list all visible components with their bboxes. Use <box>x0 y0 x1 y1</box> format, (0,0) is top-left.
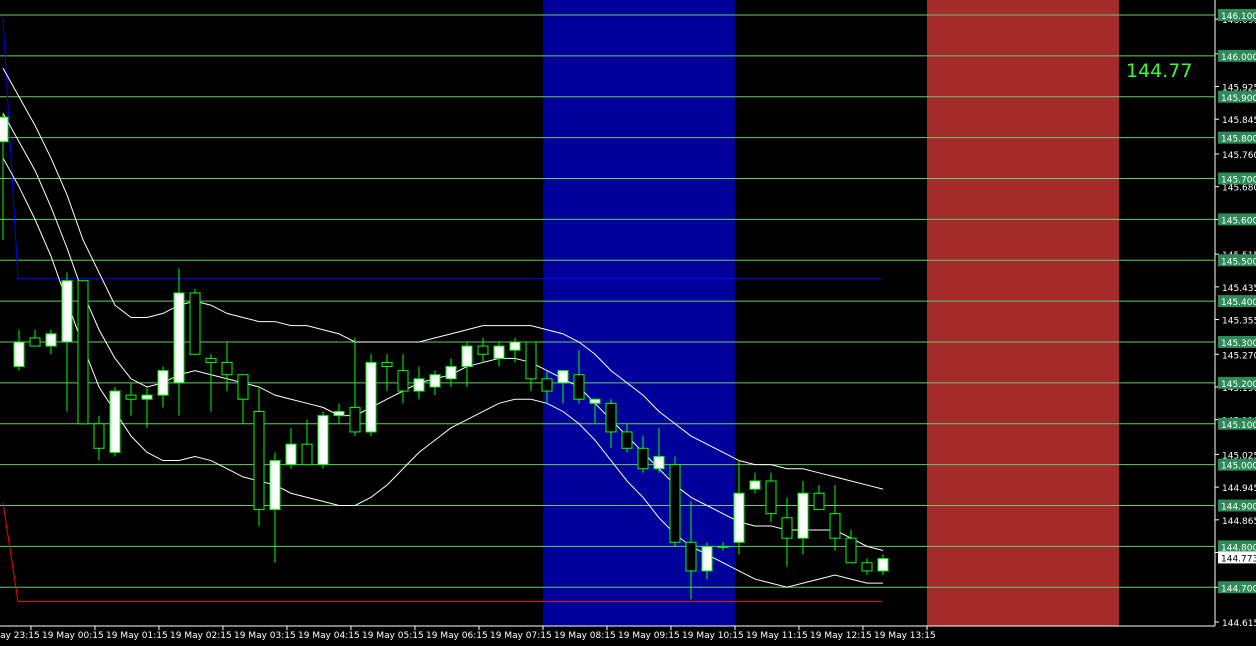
price-tick-label: 145.435 <box>1222 284 1256 294</box>
candle-body <box>0 116 9 143</box>
candle-body <box>109 390 121 453</box>
candle-body <box>445 366 457 380</box>
candle-body <box>493 345 505 359</box>
time-label: 19 May 09:15 <box>618 631 680 641</box>
time-label: 19 May 07:15 <box>490 631 552 641</box>
time-label: 19 May 10:15 <box>682 631 744 641</box>
candle-body <box>141 394 153 400</box>
candle-body <box>541 378 553 392</box>
candle-body <box>605 402 617 433</box>
candle-body <box>397 370 409 392</box>
time-label: 19 May 00:15 <box>42 631 104 641</box>
candle-body <box>45 333 57 347</box>
time-label: 19 May 01:15 <box>106 631 168 641</box>
candle-body <box>685 541 697 572</box>
time-label: 18 May 23:15 <box>0 631 40 641</box>
candle-body <box>93 423 105 449</box>
candle-body <box>589 398 601 404</box>
candle-body <box>653 455 665 470</box>
candle-body <box>509 341 521 351</box>
price-level-label: 145.500 <box>1221 257 1256 267</box>
candle-body <box>77 280 89 425</box>
candle-body <box>781 517 793 539</box>
price-tick-label: 145.270 <box>1222 351 1256 361</box>
time-label: 19 May 12:15 <box>810 631 872 641</box>
time-label: 19 May 08:15 <box>554 631 616 641</box>
candle-body <box>13 341 25 368</box>
price-tick-label: 145.355 <box>1222 317 1256 327</box>
price-tick-label: 144.865 <box>1222 517 1256 527</box>
candle-body <box>749 480 761 490</box>
candle-body <box>253 410 265 511</box>
time-label: 19 May 03:15 <box>234 631 296 641</box>
time-label: 19 May 13:15 <box>874 631 936 641</box>
price-level-label: 145.000 <box>1221 462 1256 472</box>
price-level-label: 146.100 <box>1221 12 1256 22</box>
candle-body <box>637 447 649 470</box>
candle-body <box>829 513 841 539</box>
candle-body <box>157 370 169 396</box>
candle-body <box>333 410 345 417</box>
current-price-readout: 144.77 <box>1126 60 1193 82</box>
candle-body <box>237 374 249 400</box>
candle-body <box>429 374 441 388</box>
candle-body <box>717 545 729 548</box>
candle-body <box>525 341 537 380</box>
candle-body <box>813 492 825 511</box>
time-label: 19 May 05:15 <box>362 631 424 641</box>
candle-body <box>877 558 889 572</box>
price-tick-label: 144.945 <box>1222 484 1256 494</box>
price-level-label: 145.200 <box>1221 380 1256 390</box>
candle-body <box>269 460 281 511</box>
candle-body <box>461 345 473 368</box>
price-level-label: 145.400 <box>1221 298 1256 308</box>
candle-body <box>285 443 297 466</box>
candle-body <box>301 443 313 466</box>
price-level-label: 145.900 <box>1221 94 1256 104</box>
price-level-label: 146.000 <box>1221 53 1256 63</box>
price-tick-label: 145.760 <box>1222 151 1256 161</box>
candle-body <box>317 415 329 466</box>
time-label: 19 May 02:15 <box>170 631 232 641</box>
current-price-label: 144.773 <box>1221 554 1256 564</box>
price-level-label: 145.700 <box>1221 176 1256 186</box>
time-label: 19 May 04:15 <box>298 631 360 641</box>
candle-body <box>349 406 361 433</box>
session-zone-blue <box>543 0 735 626</box>
candle-body <box>381 361 393 368</box>
candle-body <box>765 480 777 515</box>
candle-body <box>845 537 857 564</box>
time-label: 19 May 11:15 <box>746 631 808 641</box>
candle-body <box>413 378 425 392</box>
session-zone-red <box>927 0 1119 626</box>
price-tick-label: 144.615 <box>1222 619 1256 629</box>
price-level-label: 145.300 <box>1221 339 1256 349</box>
candle-body <box>477 345 489 355</box>
candle-body <box>29 337 41 347</box>
candle-body <box>621 431 633 449</box>
candle-body <box>189 292 201 355</box>
price-level-label: 144.900 <box>1221 503 1256 513</box>
candle-body <box>221 361 233 376</box>
candle-body <box>861 562 873 572</box>
candle-body <box>173 292 185 384</box>
candle-body <box>701 545 713 572</box>
candle-body <box>573 374 585 400</box>
price-level-label: 144.700 <box>1221 584 1256 594</box>
price-level-label: 145.600 <box>1221 216 1256 226</box>
candle-body <box>669 464 681 543</box>
candle-body <box>797 492 809 539</box>
candle-body <box>61 280 73 343</box>
price-level-label: 145.100 <box>1221 421 1256 431</box>
time-label: 19 May 06:15 <box>426 631 488 641</box>
candle-body <box>557 370 569 384</box>
candle-body <box>733 492 745 543</box>
candle-body <box>125 394 137 400</box>
candle-body <box>205 357 217 363</box>
price-level-label: 145.800 <box>1221 135 1256 145</box>
candle-body <box>365 361 377 433</box>
price-chart[interactable]: 146.090146.005145.925145.845145.760145.6… <box>0 0 1256 646</box>
price-tick-label: 145.845 <box>1222 116 1256 126</box>
